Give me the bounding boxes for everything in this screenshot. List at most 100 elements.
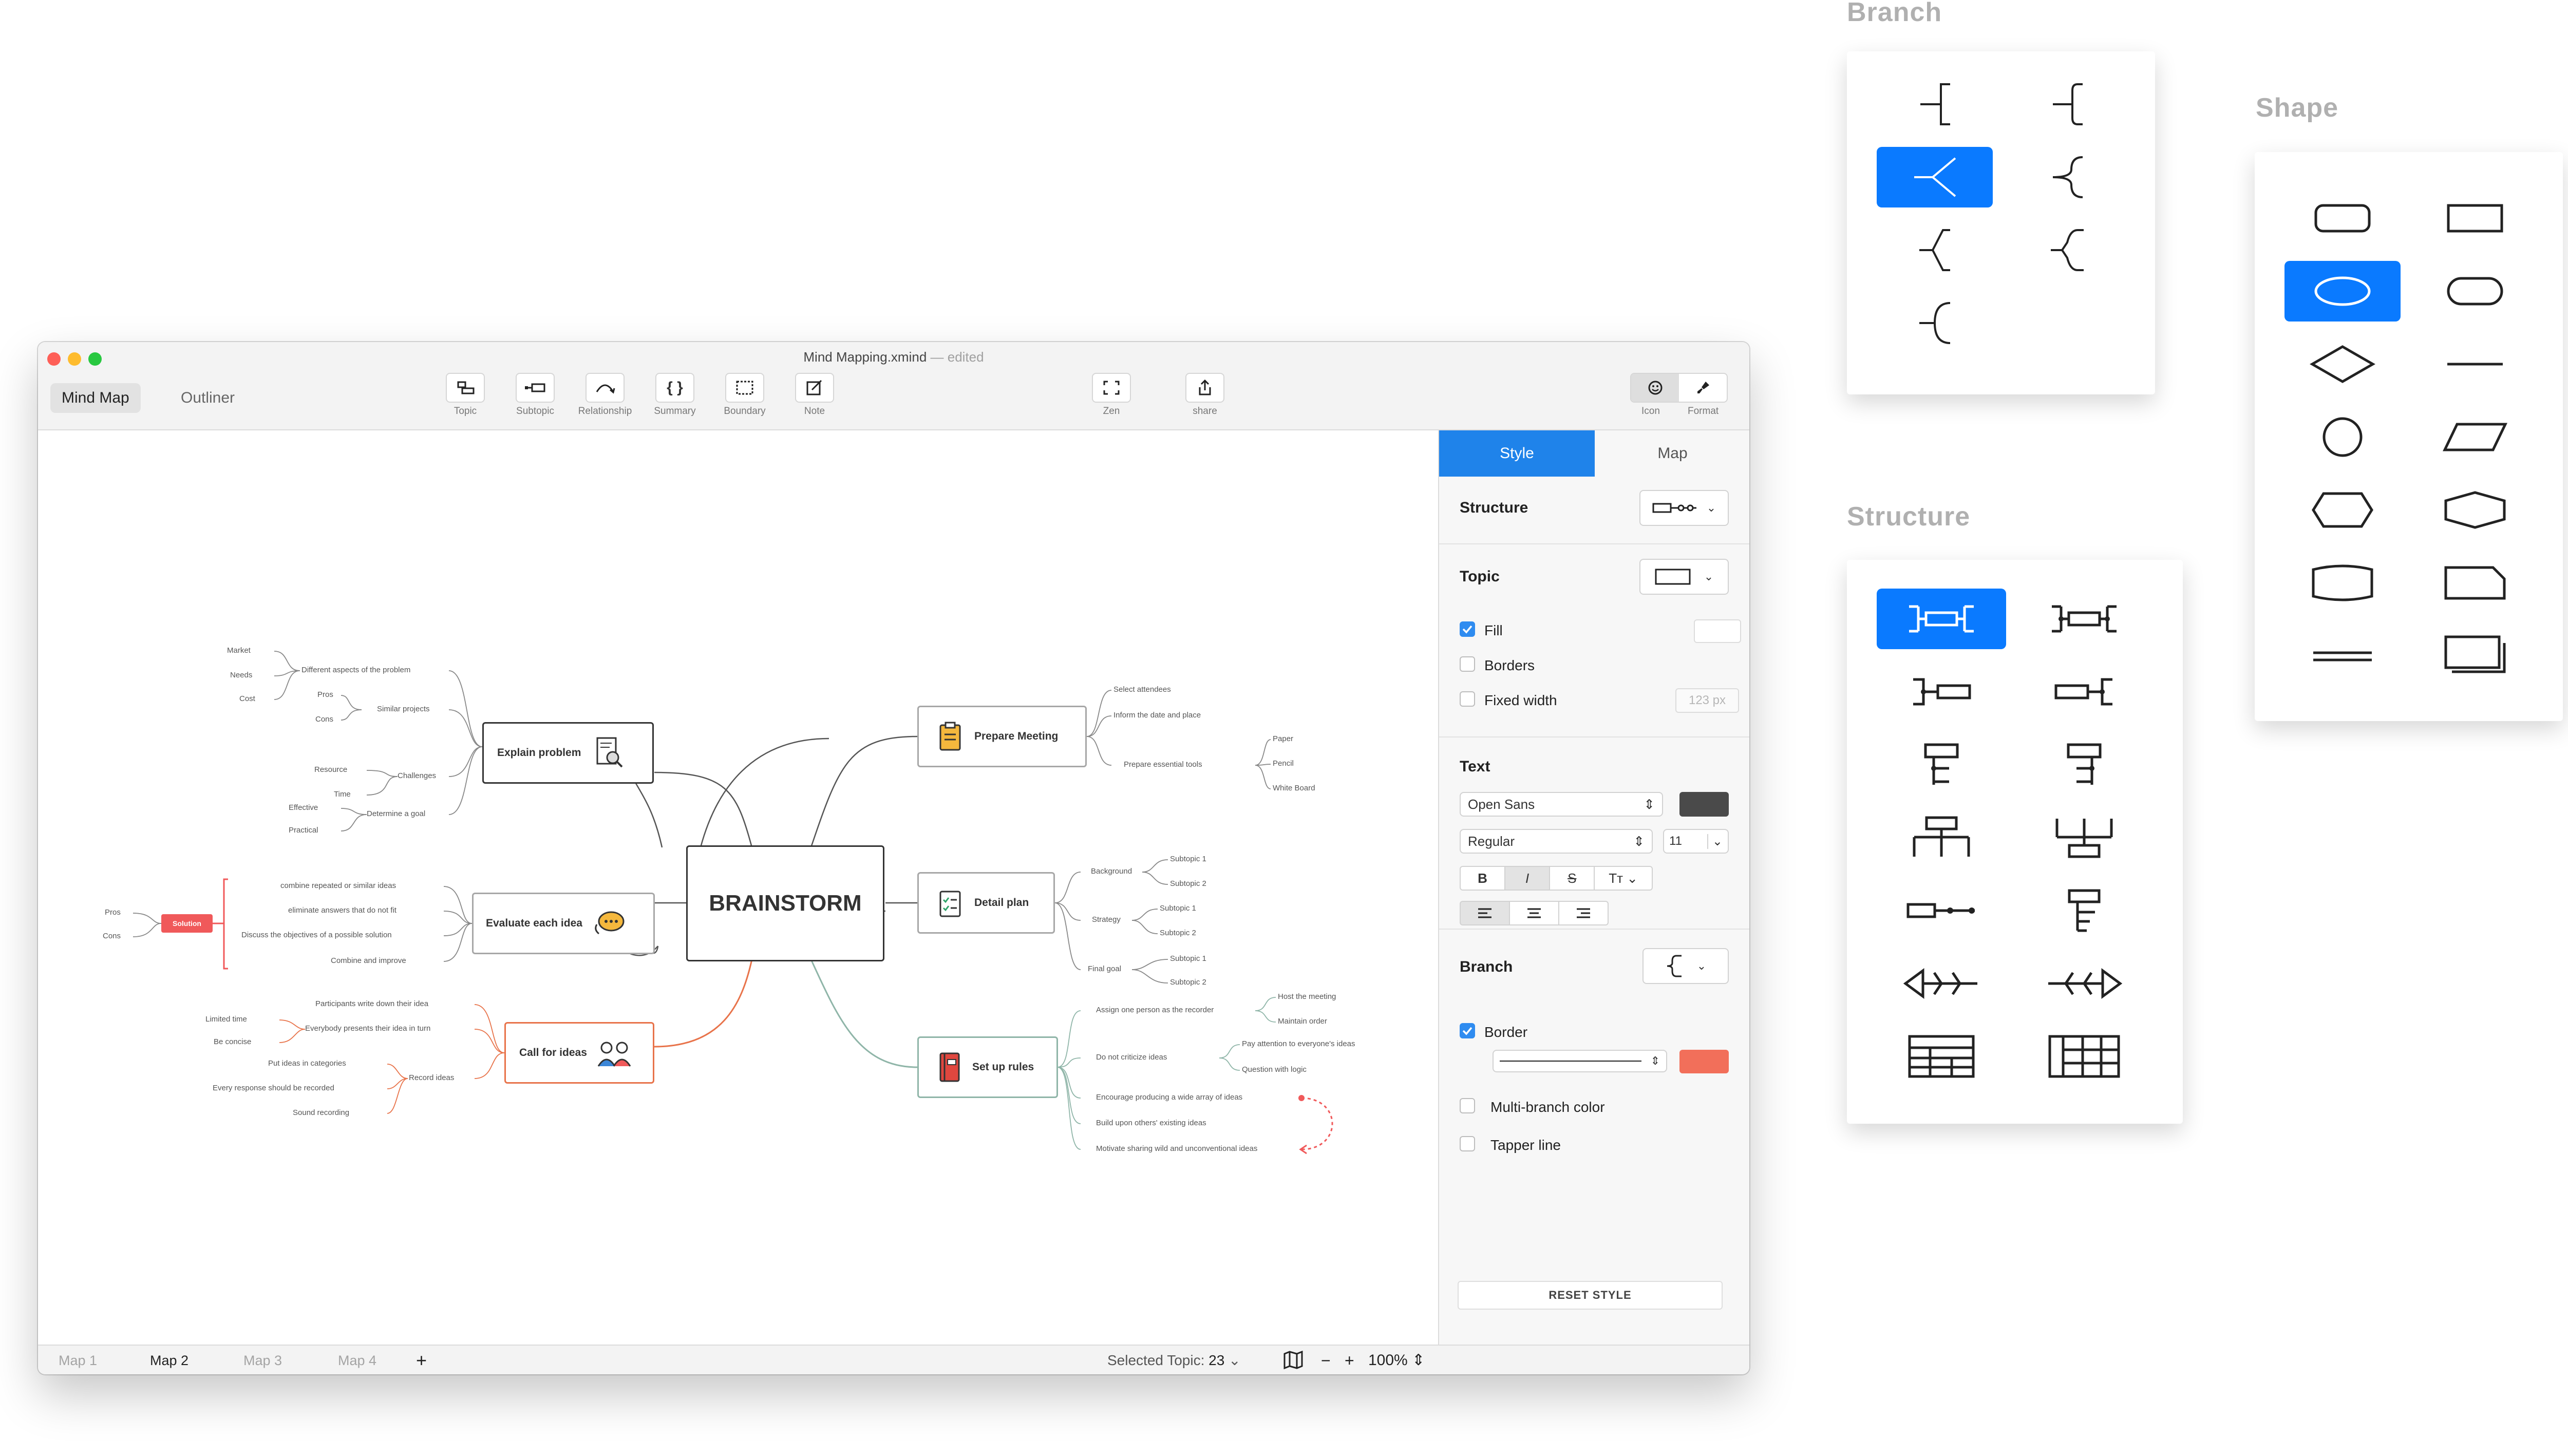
- topic-explain-problem[interactable]: Explain problem: [482, 722, 654, 784]
- subtopic-label[interactable]: combine repeated or similar ideas: [280, 881, 396, 890]
- subtopic-label[interactable]: Inform the date and place: [1113, 711, 1201, 720]
- structure-option[interactable]: [2019, 734, 2149, 795]
- subtopic-label[interactable]: Determine a goal: [367, 809, 425, 818]
- tab-mind-map[interactable]: Mind Map: [50, 383, 141, 413]
- shape-option[interactable]: [2284, 407, 2401, 467]
- font-weight-select[interactable]: Regular⇕: [1460, 829, 1653, 854]
- font-size-select[interactable]: 11⌄: [1663, 829, 1729, 854]
- topic-call-for-ideas[interactable]: Call for ideas: [504, 1022, 654, 1084]
- map-view-button[interactable]: [1283, 1351, 1304, 1372]
- sheet-tab-map-2[interactable]: Map 2: [150, 1346, 188, 1374]
- zen-tool[interactable]: Zen: [1081, 373, 1142, 417]
- subtopic-label[interactable]: Challenges: [398, 771, 436, 780]
- structure-option-selected[interactable]: [1877, 589, 2006, 649]
- topic-evaluate-each-idea[interactable]: Evaluate each idea: [472, 893, 655, 954]
- branch-style-option[interactable]: [1877, 293, 1993, 353]
- structure-option[interactable]: [1877, 1026, 2006, 1087]
- border-checkbox[interactable]: [1460, 1023, 1475, 1038]
- branch-style-dropdown[interactable]: ⌄: [1642, 948, 1729, 984]
- subtopic-label[interactable]: Discuss the objectives of a possible sol…: [241, 931, 392, 939]
- icon-panel-button[interactable]: [1631, 374, 1679, 402]
- leaf-label[interactable]: Subtopic 1: [1160, 904, 1196, 913]
- fill-color-swatch[interactable]: [1694, 619, 1741, 643]
- summary-tool[interactable]: { } Summary: [644, 373, 706, 417]
- subtopic-label[interactable]: Record ideas: [409, 1073, 454, 1082]
- subtopic-label[interactable]: Final goal: [1088, 965, 1121, 973]
- shape-option[interactable]: [2417, 334, 2533, 394]
- branch-style-option[interactable]: [1877, 74, 1993, 135]
- subtopic-label[interactable]: Strategy: [1092, 915, 1121, 924]
- topic-tool[interactable]: Topic: [435, 373, 496, 417]
- solution-tag[interactable]: Solution: [161, 914, 213, 933]
- structure-option[interactable]: [1877, 807, 2006, 868]
- strikethrough-button[interactable]: S: [1550, 866, 1595, 891]
- shape-option[interactable]: [2417, 407, 2533, 467]
- shape-option[interactable]: [2284, 188, 2401, 249]
- leaf-label[interactable]: Put ideas in categories: [268, 1059, 346, 1068]
- branch-style-option[interactable]: [2009, 220, 2125, 280]
- align-right-button[interactable]: [1559, 901, 1609, 925]
- leaf-label[interactable]: Subtopic 2: [1160, 929, 1196, 937]
- central-topic[interactable]: BRAINSTORM: [686, 845, 884, 961]
- fixed-width-checkbox[interactable]: [1460, 691, 1475, 707]
- branch-style-option[interactable]: [1877, 220, 1993, 280]
- structure-dropdown[interactable]: ⌄: [1639, 490, 1729, 526]
- structure-option[interactable]: [1877, 880, 2006, 941]
- structure-option[interactable]: [1877, 734, 2006, 795]
- leaf-label[interactable]: Maintain order: [1278, 1017, 1327, 1026]
- leaf-label[interactable]: Cost: [239, 694, 255, 703]
- topic-set-up-rules[interactable]: Set up rules: [917, 1036, 1058, 1098]
- shape-option[interactable]: [2417, 553, 2533, 613]
- leaf-label[interactable]: Subtopic 1: [1170, 954, 1206, 963]
- subtopic-label[interactable]: Different aspects of the problem: [301, 666, 410, 674]
- leaf-label[interactable]: Every response should be recorded: [213, 1084, 334, 1092]
- structure-option[interactable]: [2019, 1026, 2149, 1087]
- branch-style-option[interactable]: [2009, 74, 2125, 135]
- structure-option[interactable]: [1877, 953, 2006, 1014]
- leaf-label[interactable]: Pencil: [1273, 759, 1294, 768]
- leaf-label[interactable]: Pay attention to everyone's ideas: [1242, 1039, 1355, 1048]
- topic-detail-plan[interactable]: Detail plan: [917, 872, 1055, 934]
- subtopic-label[interactable]: eliminate answers that do not fit: [288, 906, 396, 915]
- leaf-label[interactable]: Time: [334, 790, 351, 799]
- shape-option[interactable]: [2417, 261, 2533, 322]
- leaf-label[interactable]: Subtopic 2: [1170, 978, 1206, 987]
- align-center-button[interactable]: [1510, 901, 1559, 925]
- borders-checkbox[interactable]: [1460, 656, 1475, 672]
- structure-option[interactable]: [1877, 661, 2006, 722]
- zoom-out-button[interactable]: −: [1321, 1346, 1331, 1374]
- structure-option[interactable]: [2019, 880, 2149, 941]
- subtopic-label[interactable]: Build upon others' existing ideas: [1096, 1119, 1206, 1127]
- shape-option[interactable]: [2284, 334, 2401, 394]
- leaf-label[interactable]: Resource: [314, 765, 347, 774]
- boundary-tool[interactable]: Boundary: [714, 373, 776, 417]
- share-tool[interactable]: share: [1174, 373, 1236, 417]
- tab-style[interactable]: Style: [1439, 430, 1595, 477]
- border-color-swatch[interactable]: [1679, 1050, 1729, 1073]
- subtopic-label[interactable]: Background: [1091, 867, 1132, 876]
- structure-option[interactable]: [2019, 953, 2149, 1014]
- add-sheet-button[interactable]: +: [416, 1346, 427, 1374]
- selected-topic-indicator[interactable]: Selected Topic: 23 ⌄: [1107, 1346, 1241, 1374]
- subtopic-label[interactable]: Everybody presents their idea in turn: [305, 1024, 430, 1033]
- italic-button[interactable]: I: [1505, 866, 1550, 891]
- shape-option[interactable]: [2284, 626, 2401, 686]
- branch-style-option-selected[interactable]: [1877, 147, 1993, 207]
- mind-map-canvas[interactable]: BRAINSTORM Explain problem Different asp…: [38, 430, 1438, 1345]
- shape-option[interactable]: [2417, 188, 2533, 249]
- topic-shape-dropdown[interactable]: ⌄: [1639, 559, 1729, 595]
- leaf-label[interactable]: Cons: [315, 715, 333, 724]
- branch-style-option[interactable]: [2009, 147, 2125, 207]
- leaf-label[interactable]: Subtopic 1: [1170, 855, 1206, 863]
- topic-prepare-meeting[interactable]: Prepare Meeting: [917, 706, 1087, 767]
- relationship-tool[interactable]: Relationship: [574, 373, 636, 417]
- shape-option[interactable]: [2417, 626, 2533, 686]
- shape-option[interactable]: [2284, 553, 2401, 613]
- leaf-label[interactable]: Question with logic: [1242, 1065, 1307, 1074]
- tab-outliner[interactable]: Outliner: [169, 383, 246, 413]
- sheet-tab-map-3[interactable]: Map 3: [243, 1346, 282, 1374]
- leaf-label[interactable]: Paper: [1273, 734, 1293, 743]
- subtopic-label[interactable]: Do not criticize ideas: [1096, 1053, 1167, 1062]
- font-family-select[interactable]: Open Sans⇕: [1460, 792, 1663, 817]
- leaf-label[interactable]: Host the meeting: [1278, 992, 1336, 1001]
